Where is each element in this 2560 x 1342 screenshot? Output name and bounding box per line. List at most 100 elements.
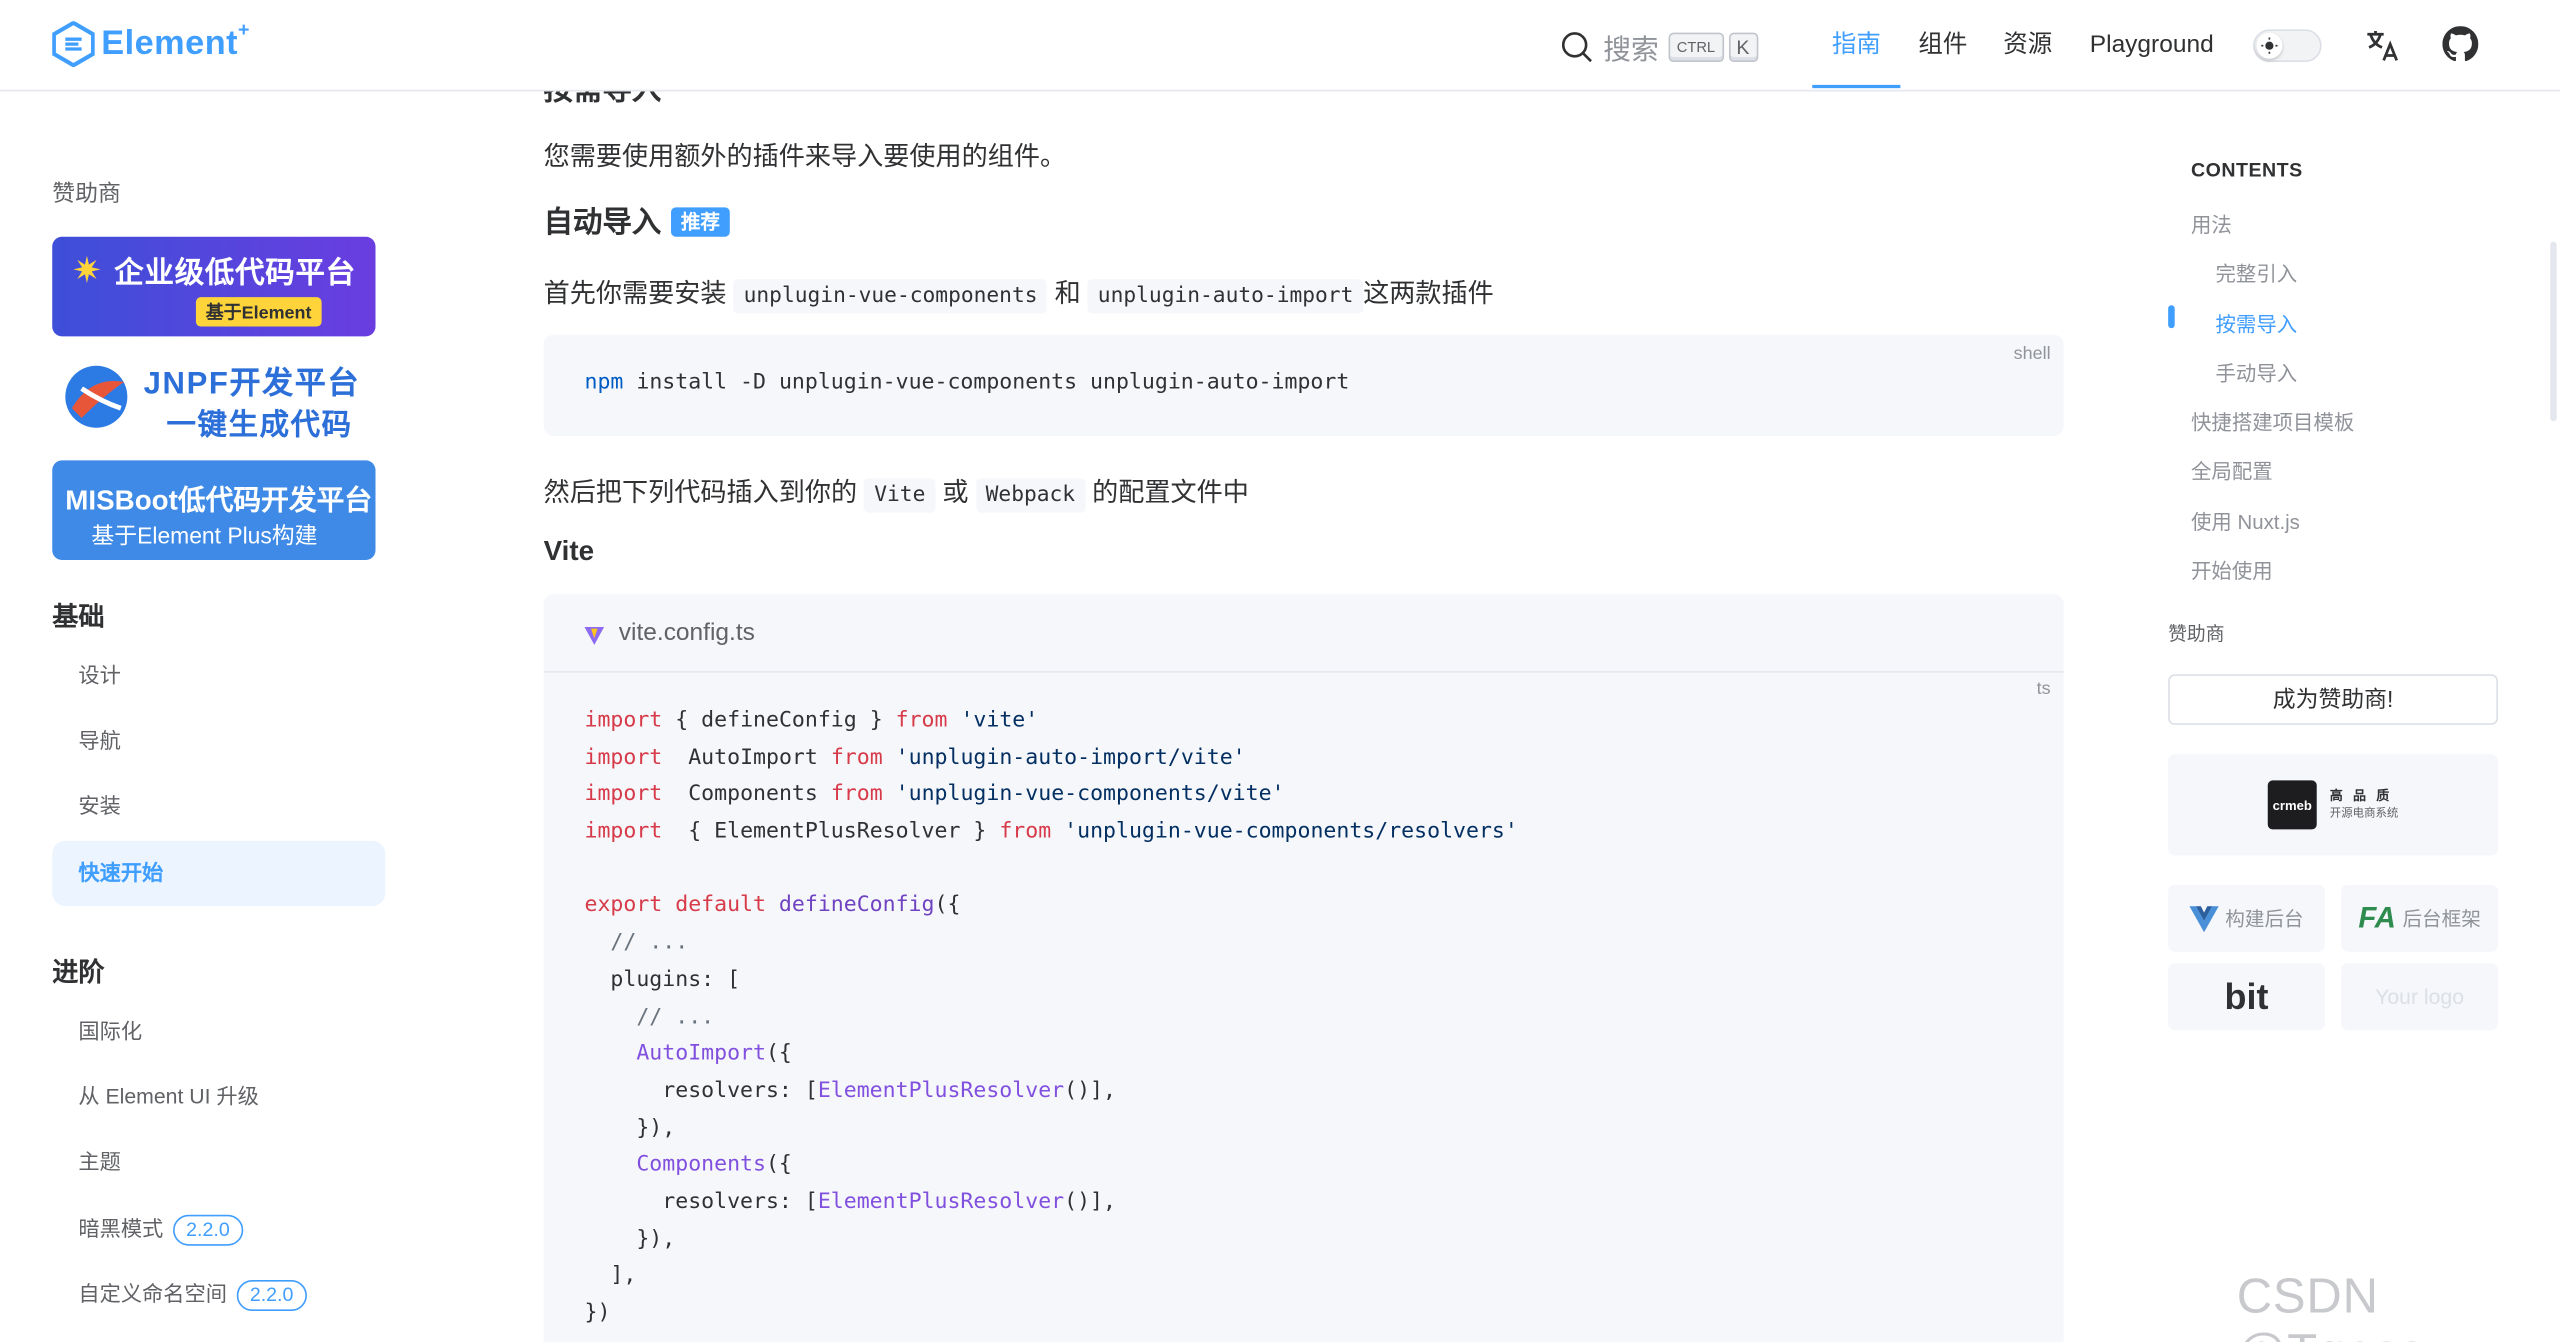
toc-item-on-demand[interactable]: 按需导入: [2216, 307, 2298, 338]
code-line: import { ElementPlusResolver } from 'unp…: [584, 815, 1517, 852]
code-token: { defineConfig }: [675, 708, 896, 734]
sponsor-crmeb[interactable]: crmeb 高 品 质 开源电商系统: [2168, 754, 2498, 856]
code-token: defineConfig: [765, 893, 935, 919]
nav-playground[interactable]: Playground: [2090, 0, 2214, 90]
sun-icon: [2256, 32, 2283, 59]
code-token: // ...: [584, 930, 689, 956]
toc-item-templates[interactable]: 快捷搭建项目模板: [2191, 405, 2354, 436]
code-line: export default defineConfig({: [584, 889, 1517, 926]
crmeb-t1: 高 品 质: [2329, 788, 2393, 804]
code-line: import { defineConfig } from 'vite': [584, 704, 1517, 741]
code-token: plugins: [: [584, 967, 741, 993]
code-token: from: [830, 782, 883, 808]
dark-mode-toggle[interactable]: [2253, 29, 2322, 63]
crmeb-text: 高 品 质 开源电商系统: [2330, 787, 2399, 823]
inline-code-vite: Vite: [864, 478, 936, 513]
code-token: AutoImport: [584, 1041, 766, 1067]
code-token: ],: [584, 1264, 637, 1289]
code-token: import: [584, 782, 663, 808]
code-token: Components: [675, 782, 831, 808]
code-line: plugins: [: [584, 963, 1517, 1000]
crmeb-logo-icon: crmeb: [2267, 780, 2317, 830]
toc-item-manual-import[interactable]: 手动导入: [2216, 356, 2298, 387]
toc-item-usage[interactable]: 用法: [2191, 207, 2232, 238]
sidebar-item-navigation[interactable]: 导航: [52, 709, 385, 774]
toc-item-full-import[interactable]: 完整引入: [2216, 256, 2298, 287]
ts-lang-label: ts: [2036, 679, 2051, 699]
shell-lang-label: shell: [2013, 344, 2051, 365]
p3-pre: 然后把下列代码插入到你的: [543, 479, 858, 508]
sponsor-your-logo[interactable]: Your logo: [2341, 963, 2498, 1031]
shell-code-block[interactable]: shell npm install -D unplugin-vue-compon…: [543, 334, 2064, 436]
toc-sponsor-label: 赞助商: [2168, 625, 2225, 645]
code-line: Components({: [584, 1148, 1517, 1185]
code-token: // ...: [584, 1004, 715, 1030]
code-line: resolvers: [ElementPlusResolver()],: [584, 1074, 1517, 1111]
toc-item-global-config[interactable]: 全局配置: [2191, 454, 2273, 485]
sidebar-item-upgrade[interactable]: 从 Element UI 升级: [52, 1064, 385, 1129]
p3-post: 的配置文件中: [1092, 479, 1249, 508]
vite-config-code-block[interactable]: vite.config.ts ts import { defineConfig …: [543, 594, 2064, 1342]
sidebar-item-design[interactable]: 设计: [52, 643, 385, 708]
sponsor-banner-jnpf[interactable]: JNPF开发平台 一键生成代码: [52, 349, 376, 448]
code-line: import Components from 'unplugin-vue-com…: [584, 778, 1517, 815]
sidebar-item-namespace[interactable]: 自定义命名空间 2.2.0: [52, 1262, 385, 1327]
sidebar-item-i18n[interactable]: 国际化: [52, 999, 385, 1064]
paragraph-config: 然后把下列代码插入到你的 Vite 或 Webpack 的配置文件中: [543, 470, 1249, 513]
code-token: resolvers: [: [584, 1078, 818, 1104]
sponsor-vue-admin[interactable]: 构建后台: [2168, 884, 2325, 952]
toc-item-get-started[interactable]: 开始使用: [2191, 553, 2273, 584]
version-badge: 2.2.0: [173, 1214, 243, 1246]
top-header: Element + 搜索 CTRL K 指南 组件 资源 Playground: [0, 0, 2560, 92]
sidebar-item-theme[interactable]: 主题: [52, 1130, 385, 1195]
namespace-label: 自定义命名空间: [78, 1281, 227, 1307]
toc-item-nuxt[interactable]: 使用 Nuxt.js: [2191, 504, 2300, 535]
sidebar-item-installation[interactable]: 安装: [52, 774, 385, 839]
sidebar-item-quickstart[interactable]: 快速开始: [52, 840, 386, 907]
sidebar-item-dark-mode[interactable]: 暗黑模式 2.2.0: [52, 1197, 385, 1262]
sp2-label: 后台框架: [2402, 907, 2481, 931]
inline-code-webpack: Webpack: [975, 478, 1085, 513]
version-badge: 2.2.0: [236, 1280, 307, 1312]
page-scrollbar[interactable]: [2550, 241, 2557, 422]
code-token: }): [584, 1301, 611, 1326]
your-logo-label: Your logo: [2375, 984, 2465, 1009]
code-line: ],: [584, 1259, 1517, 1296]
search-button[interactable]: 搜索 CTRL K: [1561, 26, 1758, 67]
code-line: import AutoImport from 'unplugin-auto-im…: [584, 741, 1517, 778]
code-line: AutoImport({: [584, 1037, 1517, 1074]
code-token: AutoImport: [675, 745, 831, 771]
code-line: resolvers: [ElementPlusResolver()],: [584, 1185, 1517, 1222]
banner2-sub: 一键生成代码: [166, 408, 353, 441]
translate-icon[interactable]: [2362, 26, 2401, 65]
vite-icon: [584, 626, 605, 645]
code-token: 'unplugin-vue-components/resolvers': [1051, 819, 1518, 845]
sponsor-banner-misboot[interactable]: MISBoot低代码开发平台 基于Element Plus构建: [52, 460, 376, 560]
element-logo[interactable]: Element +: [52, 18, 249, 67]
code-token: resolvers: [: [584, 1190, 818, 1215]
p2-mid: 和: [1054, 280, 1081, 309]
code-token: import: [584, 745, 663, 771]
sponsor-bit[interactable]: bit: [2168, 963, 2325, 1031]
code-token: 'unplugin-vue-components/vite': [882, 782, 1285, 808]
sponsor-banner-lowcode[interactable]: ✷ 企业级低代码平台 基于Element: [52, 236, 376, 337]
code-token: from: [830, 745, 883, 771]
file-tab: vite.config.ts: [543, 594, 2064, 673]
sp1-label: 构建后台: [2225, 907, 2304, 931]
toc-active-marker: [2168, 305, 2175, 329]
search-label: 搜索: [1603, 34, 1659, 66]
nav-resources[interactable]: 资源: [2003, 0, 2052, 90]
element-hexagon-icon: [52, 21, 95, 67]
p3-mid: 或: [942, 479, 969, 508]
nav-components[interactable]: 组件: [1918, 0, 1967, 90]
code-token: ()],: [1064, 1190, 1116, 1215]
sponsor-fantastic-admin[interactable]: FA 后台框架: [2341, 884, 2498, 952]
code-token: ({: [765, 1153, 792, 1178]
search-icon: [1561, 31, 1592, 62]
github-icon[interactable]: [2442, 26, 2479, 62]
nav-guide[interactable]: 指南: [1812, 0, 1901, 89]
become-sponsor-button[interactable]: 成为赞助商!: [2168, 674, 2498, 725]
code-token: ({: [934, 893, 961, 919]
csdn-watermark: CSDN @Tgess: [2236, 1270, 2424, 1342]
code-token: ({: [765, 1041, 792, 1067]
